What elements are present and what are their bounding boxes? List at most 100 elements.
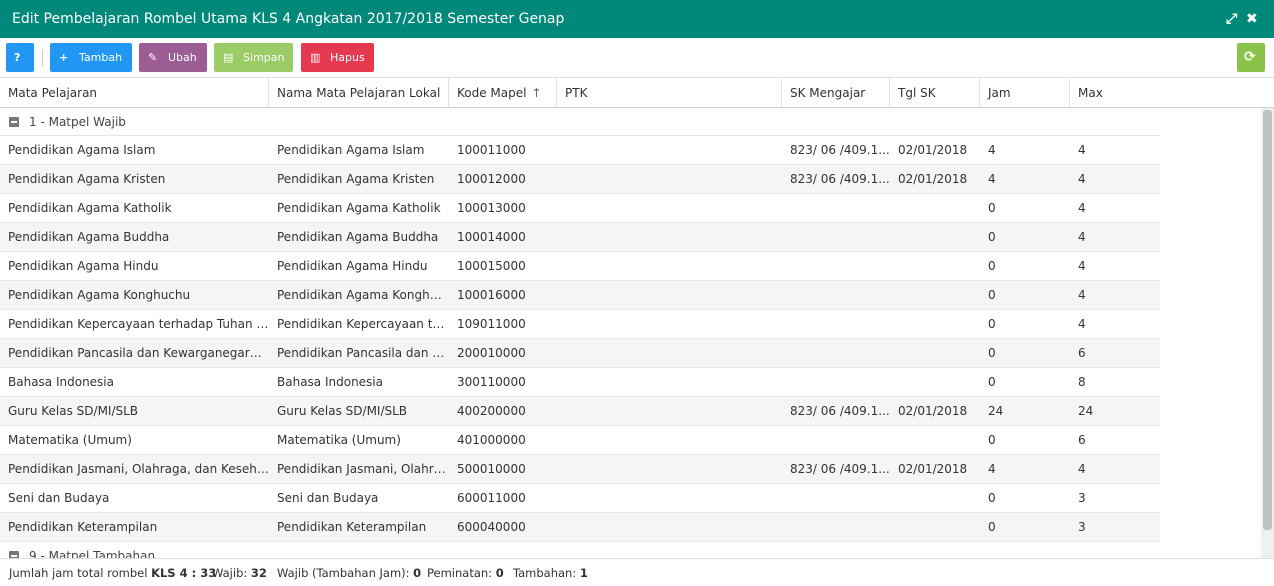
cell-sk-mengajar: 823/ 06 /409.1... [790, 462, 890, 476]
cell-tgl-sk: 02/01/2018 [898, 462, 968, 476]
cell-nama-lokal: Bahasa Indonesia [277, 375, 383, 389]
cell-mata-pelajaran: Pendidikan Jasmani, Olahraga, dan Keseha… [8, 462, 269, 476]
column-header-nama-lokal[interactable]: Nama Mata Pelajaran Lokal [269, 78, 449, 108]
cell-kode-mapel: 100016000 [457, 288, 526, 302]
cell-jam: 0 [988, 259, 996, 273]
cell-max: 4 [1078, 288, 1086, 302]
column-header-sk-mengajar[interactable]: SK Mengajar [782, 78, 890, 108]
cell-sk-mengajar: 823/ 06 /409.1... [790, 404, 890, 418]
refresh-button[interactable]: ⟳ [1237, 43, 1265, 72]
table-row[interactable]: Guru Kelas SD/MI/SLB Guru Kelas SD/MI/SLB… [0, 397, 1160, 426]
floppy-icon: ▤ [223, 51, 234, 64]
cell-nama-lokal: Pendidikan Agama Hindu [277, 259, 428, 273]
cell-ptk [557, 136, 782, 165]
cell-mata-pelajaran: Pendidikan Agama Buddha [8, 230, 170, 244]
delete-button[interactable]: ▥ Hapus [301, 43, 374, 72]
cell-max: 3 [1078, 520, 1086, 534]
table-row[interactable]: Pendidikan Agama Hindu Pendidikan Agama H… [0, 252, 1160, 281]
add-button-label: Tambah [79, 51, 123, 64]
table-row[interactable]: Pendidikan Keterampilan Pendidikan Ketera… [0, 513, 1160, 542]
scrollbar-thumb[interactable] [1263, 110, 1272, 530]
cell-max: 3 [1078, 491, 1086, 505]
column-header-max[interactable]: Max [1070, 78, 1274, 108]
column-header-mata-pelajaran[interactable]: Mata Pelajaran [0, 78, 269, 108]
cell-kode-mapel: 500010000 [457, 462, 526, 476]
cell-tgl-sk [890, 310, 980, 339]
table-row[interactable]: Matematika (Umum) Matematika (Umum) 401000… [0, 426, 1160, 455]
table-row[interactable]: Seni dan Budaya Seni dan Budaya 600011000 0… [0, 484, 1160, 513]
table-row[interactable]: Bahasa Indonesia Bahasa Indonesia 30011000… [0, 368, 1160, 397]
grid-body: 1 - Matpel Wajib Pendidikan Agama Islam Pe… [0, 108, 1160, 558]
footer-tambahan: Tambahan: 1 [513, 566, 588, 580]
table-row[interactable]: Pendidikan Pancasila dan Kewarganegaraan… [0, 339, 1160, 368]
cell-nama-lokal: Pendidikan Pancasila dan K... [277, 346, 449, 360]
pencil-icon: ✎ [148, 51, 158, 64]
save-button[interactable]: ▤ Simpan [214, 43, 293, 72]
collapse-icon[interactable] [9, 551, 19, 558]
column-header-tgl-sk[interactable]: Tgl SK [890, 78, 980, 108]
cell-mata-pelajaran: Pendidikan Agama Islam [8, 143, 156, 157]
cell-kode-mapel: 100011000 [457, 143, 526, 157]
cell-mata-pelajaran: Pendidikan Keterampilan [8, 520, 158, 534]
data-grid: Mata Pelajaran Nama Mata Pelajaran Lokal… [0, 78, 1274, 558]
toolbar-separator [42, 50, 43, 66]
group-label: 9 - Matpel Tambahan [29, 549, 156, 558]
cell-ptk [557, 455, 782, 484]
table-row[interactable]: Pendidikan Agama Kristen Pendidikan Agama… [0, 165, 1160, 194]
cell-kode-mapel: 100015000 [457, 259, 526, 273]
cell-nama-lokal: Pendidikan Keterampilan [277, 520, 427, 534]
cell-kode-mapel: 400200000 [457, 404, 526, 418]
status-footer: Jumlah jam total rombel KLS 4 : 33 Wajib… [0, 558, 1274, 586]
cell-tgl-sk [890, 513, 980, 542]
cell-ptk [557, 339, 782, 368]
save-button-label: Simpan [243, 51, 285, 64]
footer-total: Jumlah jam total rombel KLS 4 : 33 [9, 566, 217, 580]
cell-tgl-sk [890, 484, 980, 513]
cell-tgl-sk [890, 194, 980, 223]
table-row[interactable]: Pendidikan Jasmani, Olahraga, dan Keseha… [0, 455, 1160, 484]
window-titlebar: Edit Pembelajaran Rombel Utama KLS 4 Ang… [0, 0, 1274, 38]
cell-sk-mengajar [782, 281, 890, 310]
cell-jam: 0 [988, 491, 996, 505]
cell-mata-pelajaran: Pendidikan Agama Kristen [8, 172, 166, 186]
maximize-icon[interactable]: ⤢ [1226, 11, 1237, 27]
cell-mata-pelajaran: Pendidikan Agama Katholik [8, 201, 172, 215]
table-row[interactable]: Pendidikan Agama Islam Pendidikan Agama I… [0, 136, 1160, 165]
close-icon[interactable]: ✖ [1246, 11, 1258, 27]
footer-peminatan: Peminatan: 0 [427, 566, 504, 580]
cell-sk-mengajar [782, 484, 890, 513]
add-button[interactable]: + Tambah [50, 43, 132, 72]
cell-sk-mengajar [782, 310, 890, 339]
cell-tgl-sk [890, 223, 980, 252]
sort-ascending-icon: ↑ [531, 86, 542, 100]
cell-sk-mengajar: 823/ 06 /409.1... [790, 143, 890, 157]
group-row[interactable]: 1 - Matpel Wajib [0, 108, 1160, 136]
cell-sk-mengajar [782, 426, 890, 455]
help-icon: ? [14, 51, 21, 64]
cell-max: 24 [1078, 404, 1094, 418]
cell-jam: 0 [988, 375, 996, 389]
cell-kode-mapel: 100013000 [457, 201, 526, 215]
cell-nama-lokal: Pendidikan Agama Konghuc... [277, 288, 449, 302]
cell-jam: 4 [988, 172, 996, 186]
cell-max: 8 [1078, 375, 1086, 389]
cell-ptk [557, 513, 782, 542]
group-row[interactable]: 9 - Matpel Tambahan [0, 542, 1160, 558]
grid-header: Mata Pelajaran Nama Mata Pelajaran Lokal… [0, 78, 1274, 108]
column-header-jam[interactable]: Jam [980, 78, 1070, 108]
edit-button[interactable]: ✎ Ubah [139, 43, 207, 72]
table-row[interactable]: Pendidikan Agama Konghuchu Pendidikan Aga… [0, 281, 1160, 310]
collapse-icon[interactable] [9, 117, 19, 127]
table-row[interactable]: Pendidikan Agama Katholik Pendidikan Agam… [0, 194, 1160, 223]
cell-max: 6 [1078, 433, 1086, 447]
cell-nama-lokal: Matematika (Umum) [277, 433, 401, 447]
footer-wajib: Wajib: 32 [212, 566, 267, 580]
cell-sk-mengajar [782, 223, 890, 252]
table-row[interactable]: Pendidikan Agama Buddha Pendidikan Agama … [0, 223, 1160, 252]
help-button[interactable]: ? [6, 43, 34, 72]
cell-nama-lokal: Pendidikan Agama Katholik [277, 201, 441, 215]
cell-nama-lokal: Guru Kelas SD/MI/SLB [277, 404, 408, 418]
column-header-kode-mapel[interactable]: Kode Mapel ↑ [449, 78, 557, 108]
column-header-ptk[interactable]: PTK [557, 78, 782, 108]
table-row[interactable]: Pendidikan Kepercayaan terhadap Tuhan YM… [0, 310, 1160, 339]
